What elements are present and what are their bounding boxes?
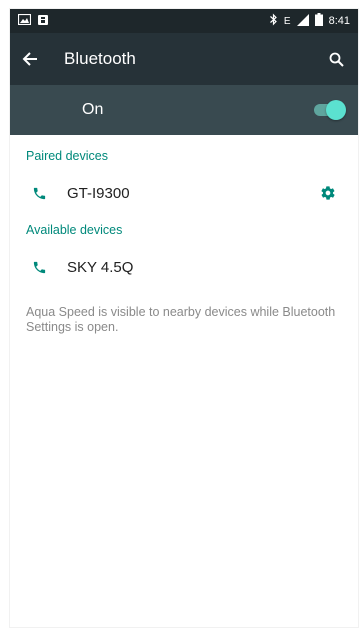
bluetooth-switch[interactable] — [312, 100, 346, 120]
app-bar: Bluetooth — [10, 33, 358, 85]
switch-thumb — [326, 100, 346, 120]
available-devices-section: Available devices SKY 4.5Q — [10, 217, 358, 291]
paired-devices-section: Paired devices GT-I9300 — [10, 135, 358, 217]
bluetooth-icon — [269, 13, 278, 29]
phone-icon — [32, 186, 47, 201]
status-bar-left — [17, 13, 49, 29]
signal-icon — [296, 13, 309, 29]
device-row-sky-4-5q[interactable]: SKY 4.5Q — [10, 243, 358, 291]
bluetooth-toggle-row[interactable]: On — [10, 85, 358, 135]
status-time: 8:41 — [328, 15, 350, 27]
image-icon — [17, 13, 32, 28]
device-name: SKY 4.5Q — [67, 258, 134, 276]
gear-icon[interactable] — [320, 185, 336, 201]
visibility-note: Aqua Speed is visible to nearby devices … — [26, 305, 336, 334]
search-icon[interactable] — [329, 52, 344, 67]
page-title: Bluetooth — [64, 49, 136, 68]
device-name: GT-I9300 — [67, 184, 130, 202]
arrow-left-icon[interactable] — [22, 51, 38, 67]
notification-icon — [37, 14, 49, 29]
signal-e-icon: E — [283, 15, 291, 27]
screen: E 8:41 Bluetooth On Paired devices GT-I9… — [9, 8, 359, 628]
battery-icon — [314, 13, 323, 29]
status-bar-right: E 8:41 — [269, 13, 350, 29]
paired-devices-header: Paired devices — [26, 149, 108, 163]
phone-icon — [32, 260, 47, 275]
available-devices-header: Available devices — [26, 223, 123, 237]
toggle-label: On — [82, 101, 104, 118]
status-bar: E 8:41 — [10, 9, 358, 33]
device-row-gt-i9300[interactable]: GT-I9300 — [10, 169, 358, 217]
